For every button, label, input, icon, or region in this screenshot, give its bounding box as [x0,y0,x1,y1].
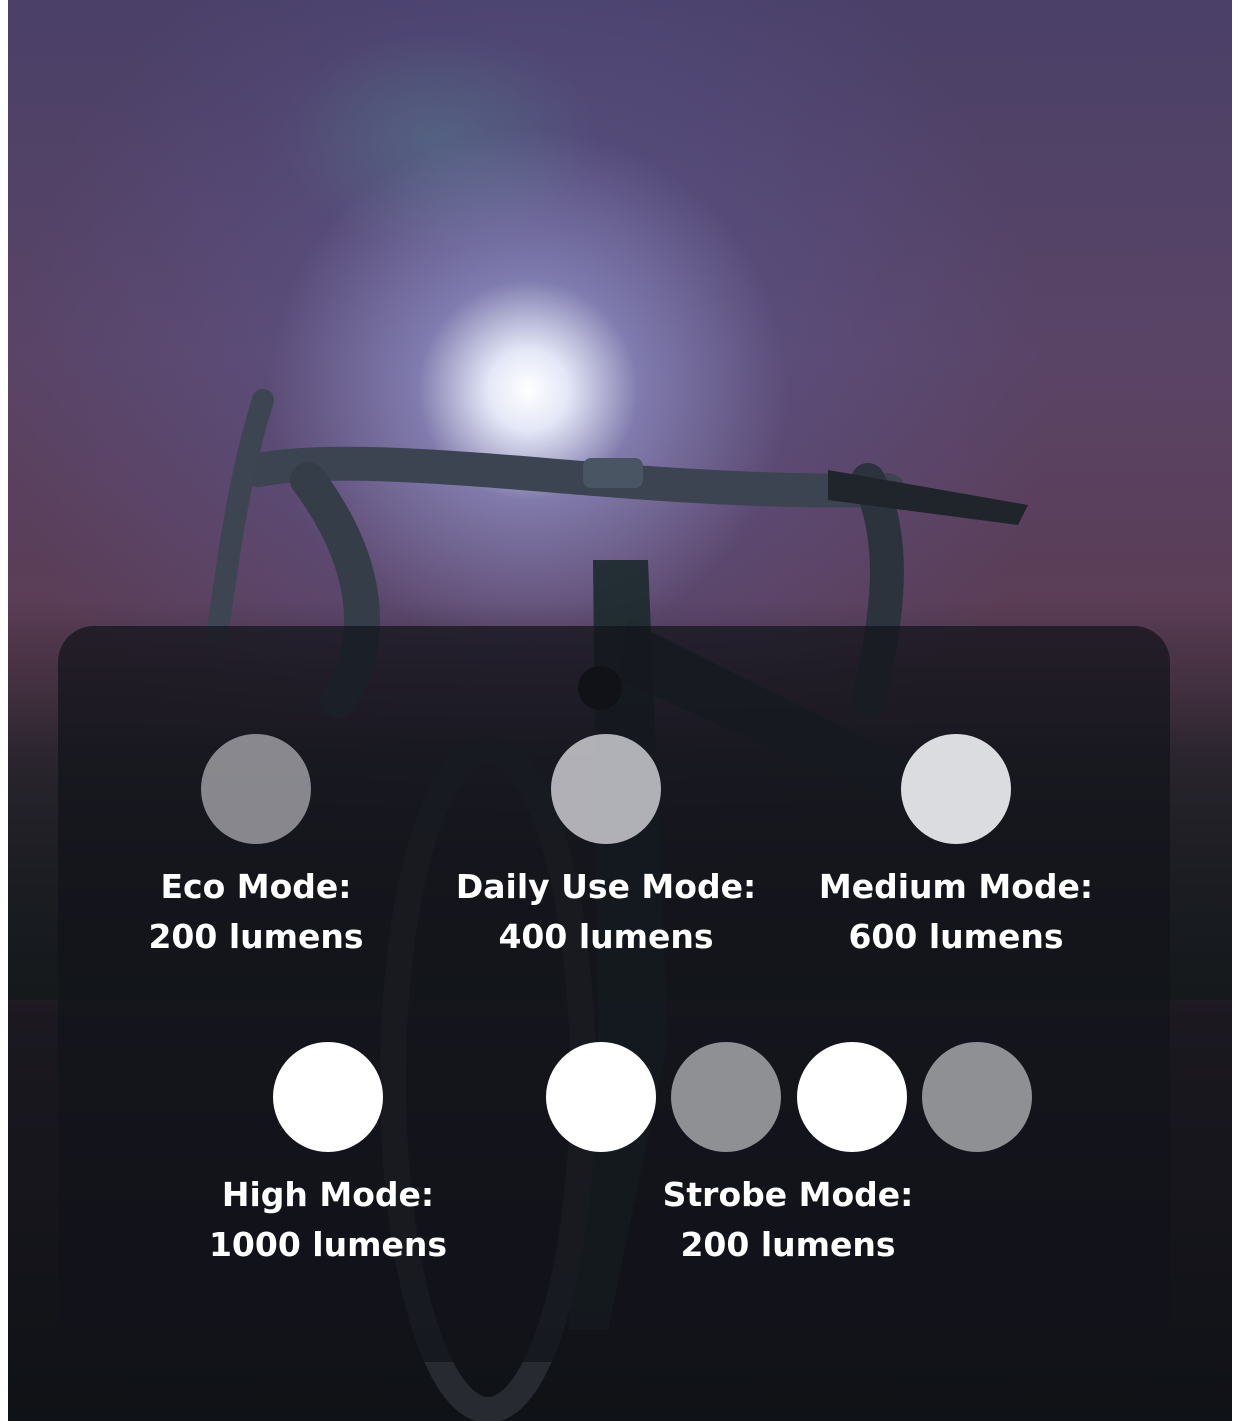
high-mode-name: High Mode: [221,1175,435,1214]
eco-mode-name: Eco Mode: [160,867,352,906]
eco-mode-lumens: 200 lumens [148,917,364,956]
daily-use-mode-lumens: 400 lumens [498,917,714,956]
daily-use-mode-light-indicator [551,734,661,844]
high-mode-light-indicator [273,1042,383,1152]
medium-mode-light-indicator [901,734,1011,844]
daily-use-mode-label: Daily Use Mode: 400 lumens [446,862,766,962]
eco-mode-label: Eco Mode: 200 lumens [96,862,416,962]
medium-mode-lumens: 600 lumens [848,917,1064,956]
strobe-mode-lumens: 200 lumens [680,1225,896,1264]
medium-mode-name: Medium Mode: [818,867,1094,906]
strobe-mode-name: Strobe Mode: [662,1175,914,1214]
medium-mode-label: Medium Mode: 600 lumens [796,862,1116,962]
eco-mode-light-indicator [201,734,311,844]
strobe-flash-off-indicator [671,1042,781,1152]
daily-use-mode-name: Daily Use Mode: [455,867,757,906]
strobe-mode-label: Strobe Mode: 200 lumens [628,1170,948,1270]
high-mode-lumens: 1000 lumens [208,1225,448,1264]
strobe-flash-off-indicator [922,1042,1032,1152]
strobe-flash-on-indicator [797,1042,907,1152]
high-mode-label: High Mode: 1000 lumens [168,1170,488,1270]
strobe-flash-on-indicator [546,1042,656,1152]
